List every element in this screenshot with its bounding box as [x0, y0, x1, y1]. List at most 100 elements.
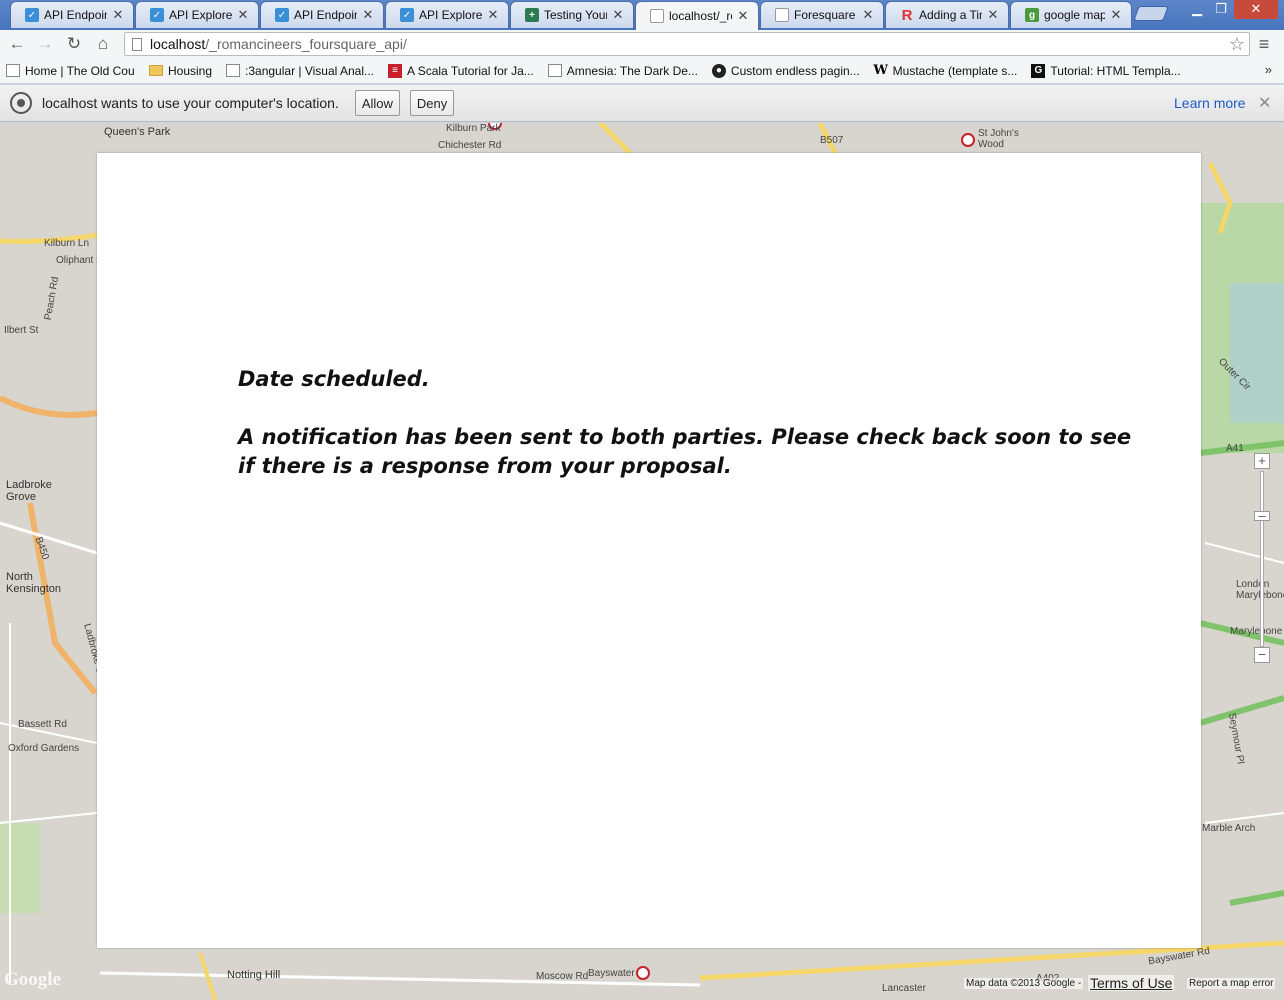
g-icon: G	[1031, 63, 1046, 78]
map-label: Kilburn Park	[446, 123, 501, 134]
browser-toolbar: ← → ↻ ⌂ localhost/_romancineers_foursqua…	[0, 30, 1284, 58]
bookmark-label: Tutorial: HTML Templa...	[1050, 63, 1181, 78]
bookmark-item[interactable]: ≡ A Scala Tutorial for Ja...	[388, 63, 534, 78]
map-label: Notting Hill	[227, 969, 281, 981]
close-tab-icon[interactable]: ✕	[1109, 7, 1123, 23]
map-label: Bassett Rd	[18, 719, 67, 730]
api-icon: ✓	[400, 8, 414, 22]
map-label: Ladbroke Grove	[6, 479, 52, 503]
page-icon	[6, 64, 20, 77]
page-icon	[775, 8, 789, 22]
bookmark-label: Housing	[168, 63, 213, 78]
bookmark-label: A Scala Tutorial for Ja...	[407, 63, 534, 78]
terms-of-use-link[interactable]: Terms of Use	[1088, 975, 1175, 991]
page-icon	[547, 64, 562, 77]
tab-foresquare[interactable]: Foresquare ex ✕	[760, 1, 884, 28]
zoom-slider-track[interactable]	[1260, 471, 1264, 647]
close-tab-icon[interactable]: ✕	[361, 7, 375, 23]
tab-title: API Endpoints	[44, 8, 107, 22]
bookmark-item[interactable]: :3angular | Visual Anal...	[226, 64, 374, 78]
geolocation-infobar: localhost wants to use your computer's l…	[0, 85, 1284, 122]
forward-arrow-icon[interactable]: →	[33, 33, 57, 55]
report-map-error-link[interactable]: Report a map error	[1187, 978, 1276, 989]
confirmation-message: Date scheduled. A notification has been …	[238, 365, 1138, 510]
api-icon: ✓	[25, 8, 39, 22]
github-icon: ●	[711, 63, 726, 78]
tab-adding-a-time[interactable]: R Adding a Time ✕	[885, 1, 1009, 28]
confirmation-dialog: Date scheduled. A notification has been …	[97, 153, 1201, 948]
page-icon	[132, 37, 142, 51]
map-label: Moscow Rd	[536, 971, 589, 982]
scala-icon: ≡	[388, 63, 403, 78]
google-logo: Google	[4, 969, 61, 990]
restore-icon[interactable]: ❐	[1208, 0, 1234, 19]
bookmark-item[interactable]: Amnesia: The Dark De...	[547, 63, 698, 78]
bookmark-label: Mustache (template s...	[892, 63, 1018, 78]
tab-api-endpoints-1[interactable]: ✓ API Endpoints ✕	[10, 1, 134, 28]
tab-title: Adding a Time	[919, 8, 982, 22]
minimize-icon[interactable]: ▁	[1184, 0, 1210, 19]
tab-api-endpoints-2[interactable]: ✓ API Endpoints ✕	[260, 1, 384, 28]
tab-testing[interactable]: + Testing Your J ✕	[510, 1, 634, 28]
bookmark-star-icon[interactable]: ☆	[1225, 34, 1249, 55]
bookmark-label: :3angular | Visual Anal...	[245, 63, 375, 78]
map-label: A41	[1226, 443, 1244, 454]
zoom-slider-handle[interactable]: –	[1254, 509, 1270, 522]
map-label: B507	[820, 135, 844, 146]
close-tab-icon[interactable]: ✕	[986, 7, 1000, 23]
close-tab-icon[interactable]: ✕	[736, 8, 750, 24]
url-text: localhost/_romancineers_foursquare_api/	[150, 36, 1225, 52]
zoom-in-icon[interactable]: +	[1254, 453, 1270, 469]
home-icon[interactable]: ⌂	[91, 33, 115, 55]
map-label: Ilbert St	[4, 325, 39, 336]
close-tab-icon[interactable]: ✕	[861, 7, 875, 23]
bookmark-folder-housing[interactable]: Housing	[149, 64, 212, 78]
tab-title: API Explorer	[169, 8, 232, 22]
bookmarks-overflow-chevron-icon[interactable]: »	[1265, 62, 1272, 77]
chrome-menu-icon[interactable]: ≡	[1254, 35, 1274, 53]
reload-icon[interactable]: ↻	[62, 33, 86, 55]
close-tab-icon[interactable]: ✕	[611, 7, 625, 23]
tab-localhost-active[interactable]: localhost/_rom ✕	[635, 1, 759, 30]
tab-api-explorer-2[interactable]: ✓ API Explorer ✕	[385, 1, 509, 28]
tab-strip: ✓ API Endpoints ✕ ✓ API Explorer ✕ ✓ API…	[0, 0, 1284, 30]
location-target-icon	[10, 92, 32, 114]
infobar-close-icon[interactable]: ✕	[1258, 93, 1271, 113]
allow-button[interactable]: Allow	[354, 90, 400, 116]
map-label: Kilburn Ln	[44, 238, 90, 249]
infobar-message: localhost wants to use your computer's l…	[42, 95, 339, 111]
map-label: Bayswater	[588, 968, 635, 979]
close-tab-icon[interactable]: ✕	[236, 7, 250, 23]
bookmarks-bar: Home | The Old Count Housing :3angular |…	[0, 58, 1284, 84]
bookmark-item[interactable]: W Mustache (template s...	[873, 63, 1018, 78]
tab-google-map[interactable]: g google map lo ✕	[1010, 1, 1132, 28]
tab-title: API Explorer	[419, 8, 482, 22]
back-arrow-icon[interactable]: ←	[5, 33, 29, 55]
map-attribution: Map data ©2013 Google -	[964, 978, 1084, 989]
zoom-out-icon[interactable]: −	[1254, 647, 1270, 663]
tab-api-explorer-1[interactable]: ✓ API Explorer ✕	[135, 1, 259, 28]
bookmark-label: Amnesia: The Dark De...	[566, 63, 698, 78]
url-host: localhost	[150, 36, 206, 52]
tab-title: google map lo	[1044, 8, 1105, 22]
confirmation-body: A notification has been sent to both par…	[238, 425, 1132, 478]
wikipedia-icon: W	[873, 63, 888, 78]
map-label: Queen's Park	[104, 126, 171, 138]
tab-title: Testing Your J	[544, 8, 607, 22]
tab-title: API Endpoints	[294, 8, 357, 22]
close-tab-icon[interactable]: ✕	[111, 7, 125, 23]
learn-more-link[interactable]: Learn more	[1174, 95, 1246, 111]
page-viewport: Queen's Park Kilburn Ln Oliphant St Peac…	[0, 123, 1284, 1000]
new-tab-button[interactable]	[1133, 6, 1169, 21]
bookmark-item[interactable]: Home | The Old Count	[6, 64, 135, 78]
bookmark-item[interactable]: G Tutorial: HTML Templa...	[1031, 63, 1181, 78]
tab-title: localhost/_rom	[669, 9, 732, 23]
map-zoom-control: + – −	[1254, 453, 1270, 663]
bookmark-item[interactable]: ● Custom endless pagin...	[711, 63, 860, 78]
confirmation-heading: Date scheduled.	[238, 367, 430, 391]
bookmark-label: Home | The Old Count	[25, 63, 135, 78]
address-bar[interactable]: localhost/_romancineers_foursquare_api/ …	[124, 32, 1250, 56]
close-tab-icon[interactable]: ✕	[486, 7, 500, 23]
deny-button[interactable]: Deny	[409, 90, 455, 116]
window-close-icon[interactable]: ✕	[1234, 0, 1278, 19]
